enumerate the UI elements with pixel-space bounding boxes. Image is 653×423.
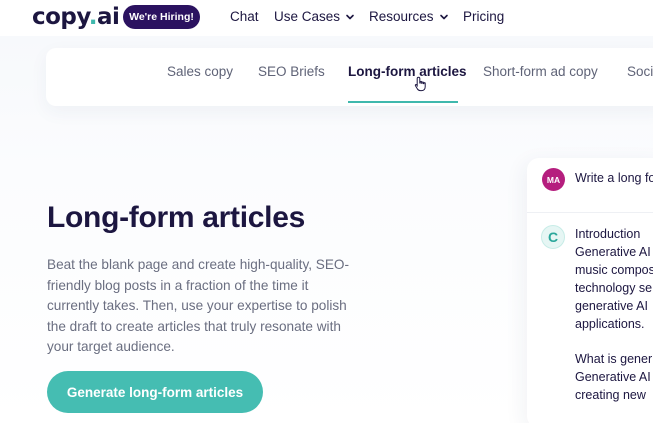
copyai-logo[interactable]: copy.ai <box>32 4 120 30</box>
chat-divider <box>527 212 653 213</box>
hand-pointer-icon <box>414 76 426 92</box>
tab-sales-copy[interactable]: Sales copy <box>167 64 233 79</box>
logo-dot: . <box>88 4 98 30</box>
active-tab-indicator <box>348 101 458 103</box>
response-line: Generative AI <box>575 370 651 384</box>
hiring-badge[interactable]: We're Hiring! <box>123 5 200 29</box>
response-line: Introduction <box>575 227 641 241</box>
copyai-assistant-avatar: C <box>541 225 565 249</box>
chevron-down-icon <box>346 14 354 19</box>
chevron-down-icon <box>439 14 448 19</box>
response-line: Generative AI <box>575 245 651 259</box>
response-line: creating new <box>575 388 646 402</box>
nav-use-cases[interactable]: Use Cases <box>274 9 355 24</box>
response-line: technology se <box>575 281 653 295</box>
logo-suffix: ai <box>97 4 120 30</box>
response-line: generative AI <box>575 299 648 313</box>
nav-pricing-label: Pricing <box>463 9 505 24</box>
tab-short-form-ad-copy[interactable]: Short-form ad copy <box>483 64 598 79</box>
page-title: Long-form articles <box>47 201 305 234</box>
user-avatar: MA <box>542 168 565 191</box>
response-line: What is gener <box>575 352 653 366</box>
response-line: music compos <box>575 263 653 277</box>
nav-resources-label: Resources <box>369 9 434 24</box>
response-line: applications. <box>575 317 645 331</box>
tab-social[interactable]: Soci <box>627 64 653 79</box>
nav-resources[interactable]: Resources <box>369 9 449 24</box>
tab-long-form-articles[interactable]: Long-form articles <box>348 64 467 79</box>
nav-pricing[interactable]: Pricing <box>463 9 504 24</box>
nav-chat[interactable]: Chat <box>230 9 259 24</box>
logo-text: copy <box>32 4 89 30</box>
nav-use-cases-label: Use Cases <box>274 9 341 24</box>
tab-seo-briefs[interactable]: SEO Briefs <box>258 64 325 79</box>
generate-long-form-articles-button[interactable]: Generate long-form articles <box>47 371 263 413</box>
hero-description: Beat the blank page and create high-qual… <box>47 257 350 354</box>
nav-chat-label: Chat <box>230 9 259 24</box>
top-navbar: copy.ai We're Hiring! Chat Use Cases Res… <box>0 0 653 36</box>
user-prompt: Write a long fo <box>575 171 653 185</box>
